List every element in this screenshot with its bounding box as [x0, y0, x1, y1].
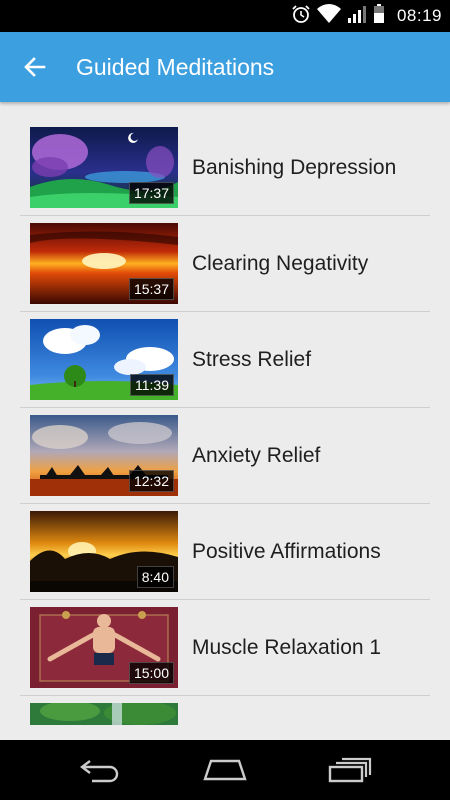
nav-recents-button[interactable] — [320, 752, 380, 788]
duration-badge: 15:00 — [128, 662, 174, 684]
duration-badge: 15:37 — [128, 278, 174, 300]
recents-nav-icon — [328, 757, 372, 783]
battery-icon — [373, 3, 385, 29]
nav-home-button[interactable] — [195, 752, 255, 788]
status-time: 08:19 — [396, 6, 442, 25]
meditation-title: Muscle Relaxation 1 — [192, 636, 382, 659]
duration-badge: 17:37 — [128, 182, 174, 204]
meditation-title: Clearing Negativity — [192, 252, 369, 275]
video-thumbnail: 15:37 — [30, 223, 178, 304]
video-thumbnail: 17:37 — [30, 127, 178, 208]
meditation-list: 17:37 Banishing Depression 15:37 Clearin… — [20, 120, 430, 736]
video-thumbnail: 11:39 — [30, 319, 178, 400]
list-item[interactable]: 12:32 Anxiety Relief — [20, 408, 430, 504]
duration-badge: 11:39 — [130, 374, 174, 396]
navigation-bar — [0, 740, 450, 800]
app-bar: Guided Meditations — [0, 32, 450, 102]
video-thumbnail: 8:40 — [30, 511, 178, 592]
back-nav-icon — [80, 760, 119, 783]
status-icons: 08:19 — [291, 0, 442, 32]
meditation-title: Banishing Depression — [192, 156, 397, 179]
list-item[interactable]: 15:37 Clearing Negativity — [20, 216, 430, 312]
home-nav-icon — [203, 759, 247, 781]
page-title: Guided Meditations — [76, 54, 275, 80]
alarm-icon — [291, 4, 311, 29]
duration-badge: 12:32 — [128, 470, 174, 492]
nav-back-button[interactable] — [70, 752, 130, 788]
list-item[interactable] — [20, 696, 430, 736]
video-thumbnail: 12:32 — [30, 415, 178, 496]
list-item[interactable]: 11:39 Stress Relief — [20, 312, 430, 408]
back-button[interactable] — [18, 50, 52, 84]
list-item[interactable]: 17:37 Banishing Depression — [20, 120, 430, 216]
arrow-back-icon — [24, 57, 46, 77]
video-thumbnail: 15:00 — [30, 607, 178, 688]
meditation-title: Positive Affirmations — [192, 540, 381, 563]
duration-badge: 8:40 — [136, 566, 174, 588]
signal-icon — [347, 4, 367, 29]
status-bar: 08:19 — [0, 0, 450, 32]
meditation-title: Stress Relief — [192, 348, 312, 371]
wifi-icon — [316, 3, 341, 29]
meditation-title: Anxiety Relief — [192, 444, 321, 467]
list-item[interactable]: 15:00 Muscle Relaxation 1 — [20, 600, 430, 696]
video-thumbnail — [30, 703, 178, 725]
list-item[interactable]: 8:40 Positive Affirmations — [20, 504, 430, 600]
